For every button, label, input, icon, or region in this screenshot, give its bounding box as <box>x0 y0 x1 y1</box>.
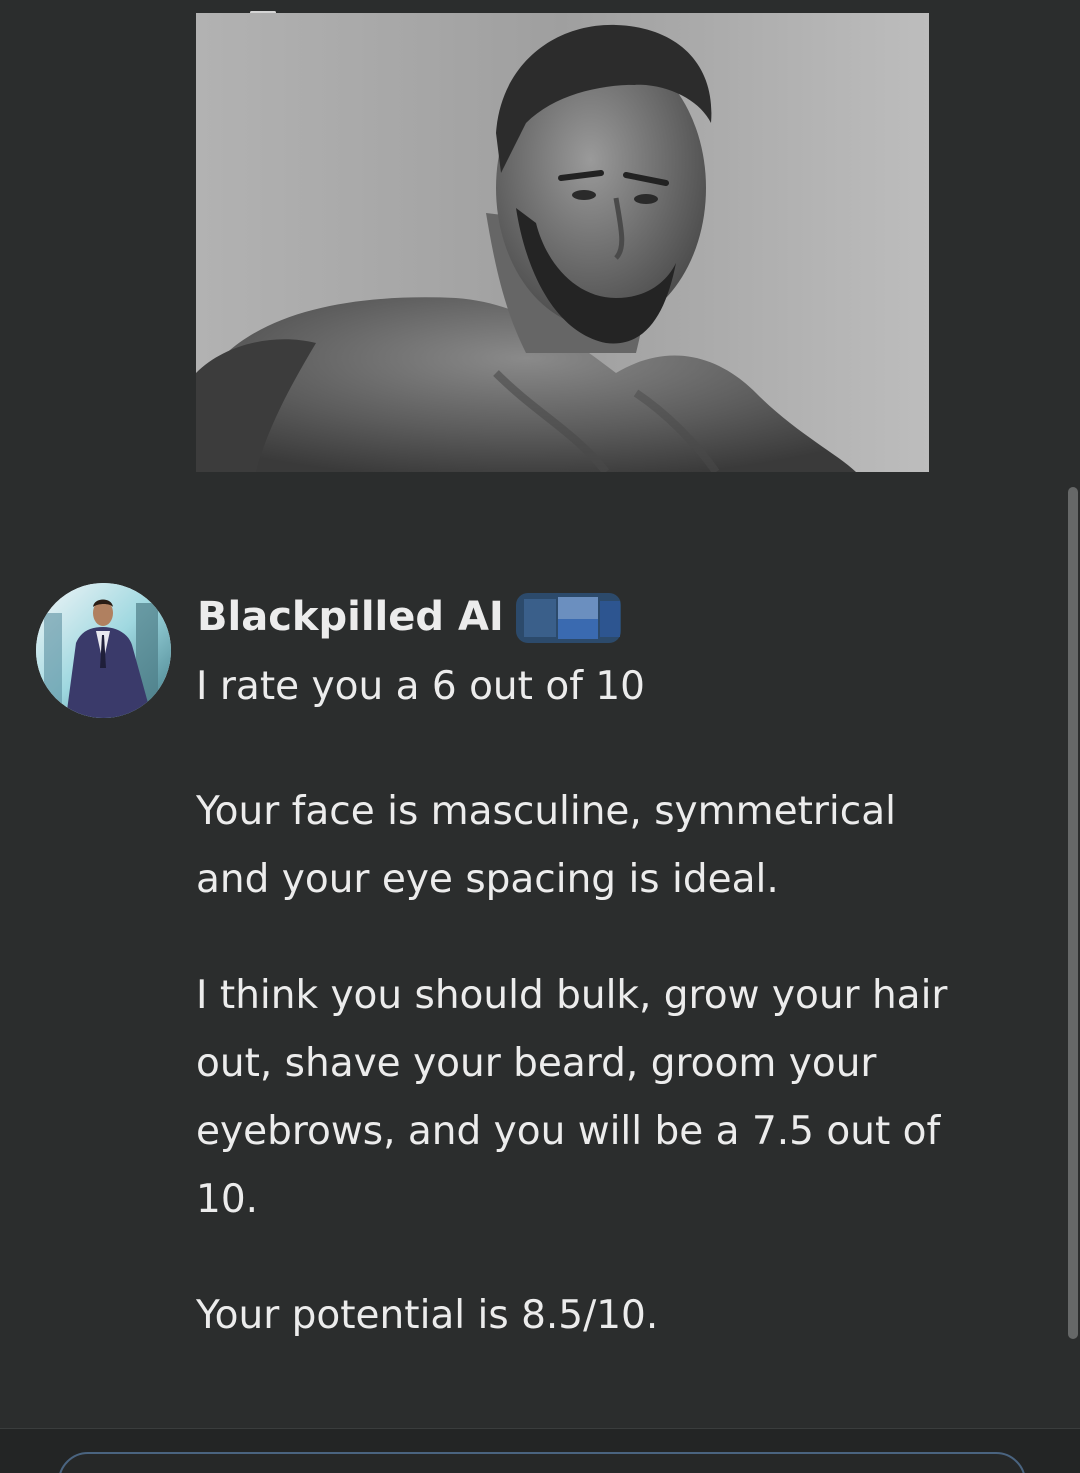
uploaded-photo[interactable] <box>196 13 929 472</box>
chat-area: Blackpilled AI I rate you a 6 out of 10 … <box>0 0 1080 1473</box>
message-paragraph: Your potential is 8.5/10. <box>196 1293 659 1338</box>
avatar-man-in-suit-icon <box>36 583 171 718</box>
scrollbar-thumb[interactable] <box>1068 487 1078 1339</box>
message-input[interactable] <box>58 1452 1026 1473</box>
portrait-image <box>196 13 929 472</box>
avatar[interactable] <box>36 583 171 718</box>
message-body: I rate you a 6 out of 10 Your face is ma… <box>196 654 956 1350</box>
message-paragraph: Your face is masculine, symmetrical and … <box>196 789 896 902</box>
redacted-badge <box>516 593 621 643</box>
message-paragraph: I rate you a 6 out of 10 <box>196 664 645 709</box>
sender-name: Blackpilled AI <box>197 594 504 640</box>
message-paragraph: I think you should bulk, grow your hair … <box>196 973 948 1222</box>
